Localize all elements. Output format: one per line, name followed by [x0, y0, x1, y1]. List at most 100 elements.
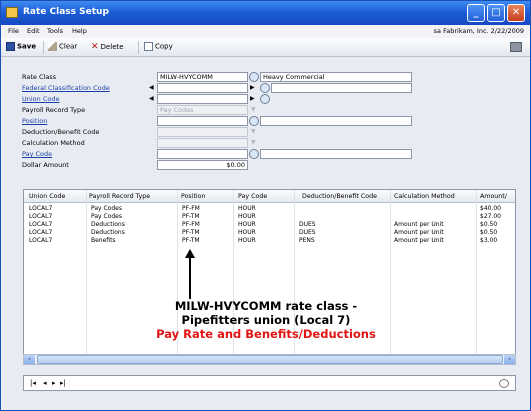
cell-calculation-method: Amount per Unit [394, 229, 444, 236]
save-icon [6, 42, 15, 51]
cell-calculation-method: Amount per Unit [394, 237, 444, 244]
close-button[interactable]: ✕ [507, 4, 525, 22]
position-lookup-icon[interactable] [249, 116, 259, 126]
toolbar-separator [138, 41, 139, 54]
arrow-line [189, 257, 191, 299]
printer-icon[interactable] [510, 42, 522, 52]
position-label[interactable]: Position [22, 117, 47, 125]
chevron-down-icon[interactable]: ▼ [251, 106, 256, 113]
table-row[interactable]: LOCAL7 Deductions PF-FM HOUR DUES Amount… [24, 221, 515, 229]
cell-deduction-benefit-code: DUES [299, 221, 316, 228]
toolbar-separator [43, 41, 44, 54]
cell-position: PF-FM [182, 221, 200, 228]
record-navigation-bar: |◂ ◂ ▸ ▸| [23, 375, 516, 391]
next-record-icon[interactable]: ▸ [52, 379, 56, 387]
deduction-benefit-select[interactable] [157, 127, 248, 137]
menu-edit[interactable]: Edit [27, 27, 40, 35]
delete-icon: ✕ [91, 42, 99, 52]
cell-position: PF-TM [182, 213, 200, 220]
menu-tools[interactable]: Tools [47, 27, 63, 35]
rate-class-description-input[interactable]: Heavy Commercial [260, 72, 412, 82]
payroll-record-label: Payroll Record Type [22, 106, 86, 114]
union-lookup-icon[interactable] [260, 94, 270, 104]
window-title: Rate Class Setup [23, 7, 109, 17]
cell-payroll-record-type: Deductions [91, 229, 125, 236]
union-code-label[interactable]: Union Code [22, 95, 60, 103]
column-calculation-method[interactable]: Calculation Method [394, 193, 455, 200]
deduction-benefit-row: Deduction/Benefit Code ▼ [15, 127, 517, 137]
position-input[interactable] [157, 116, 248, 126]
cell-amount: $3.00 [480, 237, 498, 244]
toolbar: Save Clear ✕ Delete Copy [1, 38, 530, 57]
cell-amount: $0.50 [480, 229, 498, 236]
clear-button[interactable]: Clear [48, 42, 77, 51]
pay-code-input[interactable] [157, 149, 248, 159]
pay-code-description-input[interactable] [260, 149, 412, 159]
union-code-row: Union Code ◀ ▶ [15, 94, 517, 104]
column-payroll-record-type[interactable]: Payroll Record Type [89, 193, 150, 200]
delete-button[interactable]: ✕ Delete [91, 42, 124, 52]
calculation-method-select[interactable] [157, 138, 248, 148]
expand-right-icon[interactable]: ▶ [250, 95, 255, 102]
expand-left-icon[interactable]: ◀ [149, 95, 154, 102]
chevron-down-icon[interactable]: ▼ [251, 128, 256, 135]
cell-pay-code: HOUR [238, 213, 256, 220]
help-icon[interactable] [499, 379, 509, 388]
menu-file[interactable]: File [8, 27, 19, 35]
scroll-thumb[interactable] [37, 355, 503, 364]
payroll-record-select[interactable]: Pay Codes [157, 105, 248, 115]
rate-class-input[interactable]: MILW-HVYCOMM [157, 72, 248, 82]
expand-left-icon[interactable]: ◀ [149, 84, 154, 91]
horizontal-scrollbar[interactable]: ‹ › [23, 354, 516, 365]
cell-union-code: LOCAL7 [29, 205, 53, 212]
pay-code-lookup-icon[interactable] [249, 149, 259, 159]
table-row[interactable]: LOCAL7 Deductions PF-TM HOUR DUES Amount… [24, 229, 515, 237]
first-record-icon[interactable]: |◂ [30, 379, 36, 387]
position-description-input[interactable] [260, 116, 412, 126]
chevron-down-icon[interactable]: ▼ [251, 139, 256, 146]
column-deduction-benefit-code[interactable]: Deduction/Benefit Code [302, 193, 377, 200]
grid-header: Union Code Payroll Record Type Position … [24, 190, 515, 203]
pay-code-label[interactable]: Pay Code [22, 150, 52, 158]
expand-right-icon[interactable]: ▶ [250, 84, 255, 91]
federal-classification-input[interactable] [157, 83, 248, 93]
payroll-record-row: Payroll Record Type Pay Codes ▼ [15, 105, 517, 115]
maximize-button[interactable]: □ [487, 4, 505, 22]
cell-amount: $0.50 [480, 221, 498, 228]
scroll-right-icon[interactable]: › [504, 355, 515, 364]
federal-lookup-icon[interactable] [260, 83, 270, 93]
cell-deduction-benefit-code: PENS [299, 237, 315, 244]
minimize-button[interactable]: _ [467, 4, 485, 22]
cell-payroll-record-type: Pay Codes [91, 205, 122, 212]
cell-union-code: LOCAL7 [29, 237, 53, 244]
copy-button[interactable]: Copy [144, 42, 173, 51]
union-code-input[interactable] [157, 94, 248, 104]
rate-class-row: Rate Class MILW-HVYCOMM Heavy Commercial [15, 72, 517, 82]
cell-amount: $27.00 [480, 213, 501, 220]
cell-position: PF-FM [182, 205, 200, 212]
annotation-line-3: Pay Rate and Benefits/Deductions [156, 327, 376, 341]
save-button[interactable]: Save [6, 42, 36, 51]
column-pay-code[interactable]: Pay Code [238, 193, 267, 200]
dollar-amount-row: Dollar Amount $0.00 [15, 160, 517, 170]
previous-record-icon[interactable]: ◂ [43, 379, 47, 387]
column-amount[interactable]: Amount/ [480, 193, 507, 200]
table-row[interactable]: LOCAL7 Benefits PF-TM HOUR PENS Amount p… [24, 237, 515, 245]
column-union-code[interactable]: Union Code [29, 193, 65, 200]
user-company-date: sa Fabrikam, Inc. 2/22/2009 [433, 27, 524, 35]
table-row[interactable]: LOCAL7 Pay Codes PF-FM HOUR $40.00 [24, 205, 515, 213]
last-record-icon[interactable]: ▸| [60, 379, 66, 387]
dollar-amount-input[interactable]: $0.00 [157, 160, 248, 170]
table-row[interactable]: LOCAL7 Pay Codes PF-TM HOUR $27.00 [24, 213, 515, 221]
app-icon [6, 7, 18, 18]
menu-help[interactable]: Help [72, 27, 87, 35]
cell-pay-code: HOUR [238, 221, 256, 228]
clear-label: Clear [59, 42, 78, 51]
scroll-left-icon[interactable]: ‹ [24, 355, 35, 364]
position-row: Position [15, 116, 517, 126]
rate-class-lookup-icon[interactable] [249, 72, 259, 82]
federal-description-input[interactable] [271, 83, 412, 93]
cell-union-code: LOCAL7 [29, 221, 53, 228]
federal-classification-label[interactable]: Federal Classification Code [22, 84, 110, 92]
column-position[interactable]: Position [181, 193, 206, 200]
